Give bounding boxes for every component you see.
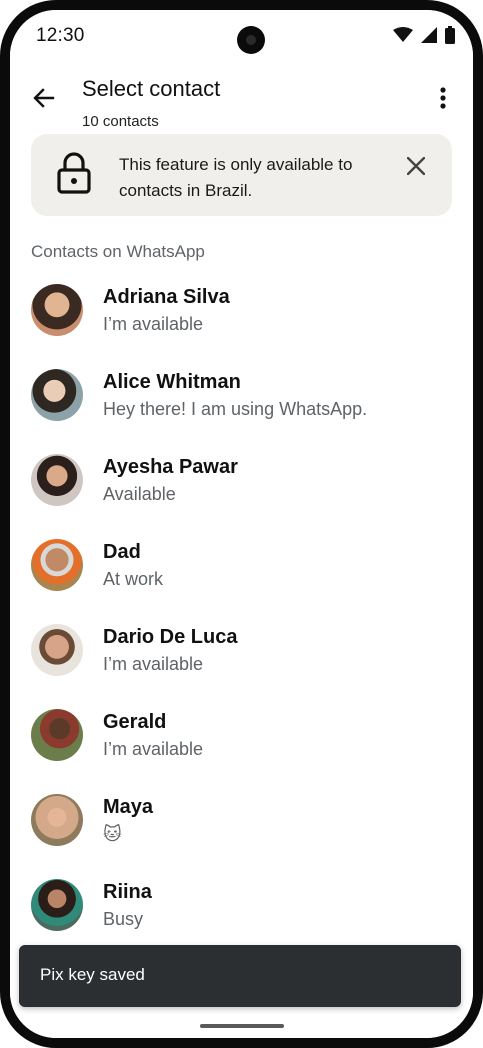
lock-icon — [57, 152, 91, 199]
avatar — [31, 709, 83, 761]
contact-row[interactable]: Dad At work — [10, 530, 473, 615]
back-button[interactable] — [28, 84, 60, 116]
contact-status: I’m available — [103, 739, 204, 759]
avatar — [31, 284, 83, 336]
screen: 12:30 Select contact 10 contacts This fe… — [10, 10, 473, 1038]
contact-row[interactable]: Ayesha Pawar Available — [10, 445, 473, 530]
contact-status: I’m available — [103, 314, 204, 334]
battery-icon — [445, 26, 455, 49]
front-camera — [237, 26, 265, 54]
contact-row[interactable]: Adriana Silva I’m available — [10, 275, 473, 360]
avatar — [31, 879, 83, 931]
contact-row[interactable]: Riina Busy — [10, 870, 473, 955]
contact-name: Riina — [103, 881, 152, 903]
contact-name: Adriana Silva — [103, 286, 230, 308]
status-bar: 12:30 — [10, 10, 473, 60]
arrow-back-icon — [32, 86, 56, 115]
contact-name: Ayesha Pawar — [103, 456, 238, 478]
contact-row[interactable]: Gerald I’m available — [10, 700, 473, 785]
region-info-banner: This feature is only available to contac… — [31, 134, 452, 216]
contact-status: Busy — [103, 909, 144, 929]
section-header: Contacts on WhatsApp — [31, 242, 205, 261]
banner-message: This feature is only available to contac… — [119, 155, 353, 200]
avatar — [31, 454, 83, 506]
contact-row[interactable]: Maya 🐱 — [10, 785, 473, 870]
contact-name: Gerald — [103, 711, 167, 733]
snackbar: Pix key saved — [19, 945, 461, 1007]
avatar — [31, 624, 83, 676]
contact-status: 🐱 — [103, 824, 122, 844]
contact-name: Dario De Luca — [103, 626, 238, 648]
home-indicator[interactable] — [200, 1024, 284, 1028]
contact-status: Hey there! I am using WhatsApp. — [103, 399, 368, 419]
snackbar-message: Pix key saved — [40, 965, 145, 984]
avatar — [31, 369, 83, 421]
contact-count: 10 contacts — [82, 113, 159, 130]
avatar — [31, 539, 83, 591]
contact-list: Adriana Silva I’m available Alice Whitma… — [10, 275, 473, 955]
avatar — [31, 794, 83, 846]
more-vert-icon — [440, 86, 446, 114]
device-frame: 12:30 Select contact 10 contacts This fe… — [0, 0, 483, 1048]
contact-status: Available — [103, 484, 176, 504]
page-title: Select contact — [82, 76, 221, 101]
status-icons — [393, 26, 455, 49]
wifi-icon — [393, 27, 413, 48]
contact-name: Maya — [103, 796, 154, 818]
app-bar: Select contact 10 contacts — [10, 66, 473, 130]
signal-icon — [421, 27, 437, 48]
contact-status: I’m available — [103, 654, 204, 674]
status-time: 12:30 — [36, 25, 85, 46]
contact-row[interactable]: Alice Whitman Hey there! I am using What… — [10, 360, 473, 445]
contact-status: At work — [103, 569, 164, 589]
close-icon — [406, 156, 426, 180]
contact-row[interactable]: Dario De Luca I’m available — [10, 615, 473, 700]
contact-name: Dad — [103, 541, 141, 563]
more-options-button[interactable] — [429, 84, 457, 116]
banner-close-button[interactable] — [402, 154, 430, 182]
contact-name: Alice Whitman — [103, 371, 241, 393]
